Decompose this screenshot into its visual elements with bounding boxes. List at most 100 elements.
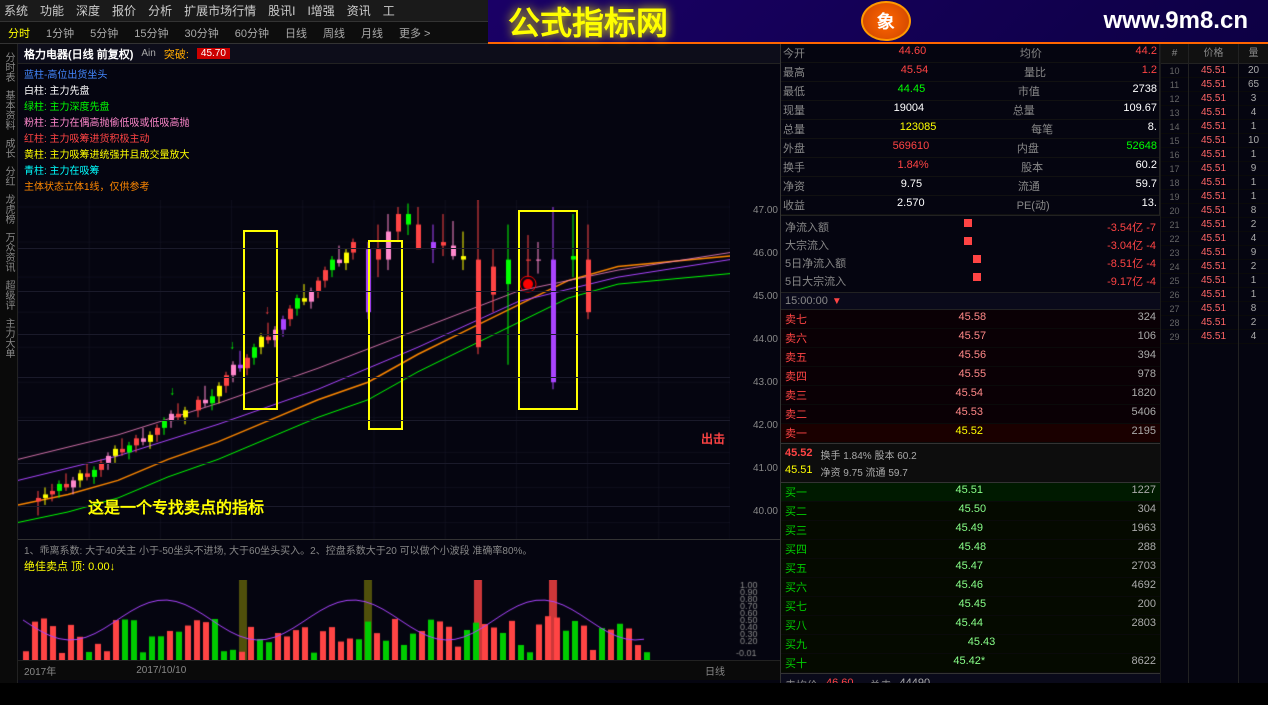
menu-news1[interactable]: 股讯I [268, 2, 295, 19]
buy-7-price: 45.45 [959, 598, 987, 614]
ts-p-12: 45.51 [1189, 218, 1238, 232]
timeframe-60m[interactable]: 60分钟 [231, 24, 273, 42]
buy-5-price: 45.47 [955, 560, 983, 576]
buy-6-vol: 4692 [1132, 579, 1156, 595]
ts-p-1: 45.51 [1189, 64, 1238, 78]
timeframe-1m[interactable]: 1分钟 [42, 24, 78, 42]
menu-enhance[interactable]: I增强 [307, 2, 334, 19]
rn-28: 28 [1161, 316, 1188, 330]
timeframe-5m[interactable]: 5分钟 [86, 24, 122, 42]
ts-p-18: 45.51 [1189, 302, 1238, 316]
main-chart-canvas[interactable] [18, 200, 730, 540]
sell-row-3: 卖三 45.54 1820 [781, 386, 1160, 405]
ts-v-9: 1 [1239, 176, 1268, 190]
rn-25: 25 [1161, 274, 1188, 288]
nf-label2: 大宗流入 [785, 237, 829, 253]
chart-out-label: 出击 [701, 430, 725, 447]
buy-7-vol: 200 [1138, 598, 1156, 614]
sidebar-dividend[interactable]: 分红 [1, 166, 16, 186]
buy-row-4: 买四 45.48 288 [781, 540, 1160, 559]
timeframe-week[interactable]: 周线 [319, 24, 349, 42]
sell-6-label: 卖六 [785, 330, 807, 346]
row-num-header: # [1161, 44, 1188, 64]
ts-v-12: 2 [1239, 218, 1268, 232]
legend-area: 蓝柱-高位出货坐头 白柱: 主力先盘 绿柱: 主力深度先盘 粉柱: 主力在偶高抛… [18, 64, 780, 200]
sidebar-super[interactable]: 超级评 [1, 280, 16, 310]
stat-vol-val: 1.2 [1142, 64, 1157, 80]
buy-2-price: 45.50 [959, 503, 987, 519]
menu-function[interactable]: 功能 [40, 2, 64, 19]
rn-10: 10 [1161, 64, 1188, 78]
stat-outer-val: 569610 [893, 140, 930, 156]
sidebar-dragon[interactable]: 龙虎榜 [1, 194, 16, 224]
buy-3-vol: 1963 [1132, 522, 1156, 538]
info-line1: 1、乖离系数: 大于40关主 小于-50坐头不进场, 大于60坐头买入。2、控盘… [24, 544, 774, 559]
sidebar-wanzhong[interactable]: 万众资讯 [1, 232, 16, 272]
ts-v-19: 2 [1239, 316, 1268, 330]
buy-orders: 买一 45.51 1227 买二 45.50 304 买三 45.49 1963 [781, 483, 1160, 673]
top-menu: 系统 功能 深度 报价 分析 扩展市场行情 股讯I I增强 资讯 工 公式指标网… [0, 0, 1268, 22]
buy-9-label: 买九 [785, 636, 807, 652]
ts-p-7: 45.51 [1189, 148, 1238, 162]
stat-turn-val: 1.84% [897, 159, 928, 175]
sidebar-growth[interactable]: 成长 [1, 138, 16, 158]
legend-blue-bar: 蓝柱-高位出货坐头 [24, 70, 107, 81]
sell-7-label: 卖七 [785, 311, 807, 327]
menu-market[interactable]: 扩展市场行情 [184, 2, 256, 19]
rn-20: 20 [1161, 204, 1188, 218]
stat-netval: 净资 9.75 流通 59.7 [781, 177, 1159, 196]
rn-11: 11 [1161, 78, 1188, 92]
nf-bar3 [973, 255, 981, 263]
sell-row-4: 卖四 45.55 978 [781, 367, 1160, 386]
menu-more[interactable]: 工 [383, 2, 395, 19]
stat-cur-label: 现量 [783, 102, 805, 118]
stat-low: 最低 44.45 市值 2738 [781, 82, 1159, 101]
ts-p-5: 45.51 [1189, 120, 1238, 134]
stat-eps-val: 2.570 [897, 197, 925, 213]
menu-info[interactable]: 资讯 [347, 2, 371, 19]
ts-p-4: 45.51 [1189, 106, 1238, 120]
stat-cur-val: 19004 [894, 102, 925, 118]
mid-row-bid: 45.51 净资 9.75 流通 59.7 [785, 463, 1156, 480]
sidebar-fen[interactable]: 分时表 [1, 52, 16, 82]
sell-3-label: 卖三 [785, 387, 807, 403]
menu-system[interactable]: 系统 [4, 2, 28, 19]
stat-shares-val: 60.2 [1136, 159, 1157, 175]
timeframe-month[interactable]: 月线 [357, 24, 387, 42]
legend-red-bar: 红柱: 主力吸筹进货积极主动 [24, 134, 150, 145]
buy-4-price: 45.48 [959, 541, 987, 557]
menu-analysis[interactable]: 分析 [148, 2, 172, 19]
timeframe-more[interactable]: 更多 > [395, 24, 434, 42]
timeframe-fen[interactable]: 分时 [4, 24, 34, 42]
ts-p-2: 45.51 [1189, 78, 1238, 92]
stock-info-bar: 格力电器(日线 前复权) Ain 突破: 45.70 [18, 44, 780, 64]
menu-quote[interactable]: 报价 [112, 2, 136, 19]
nf-label1: 净流入额 [785, 219, 829, 235]
sell-2-vol: 5406 [1132, 406, 1156, 422]
rn-29: 29 [1161, 330, 1188, 344]
chart-area: 格力电器(日线 前复权) Ain 突破: 45.70 蓝柱-高位出货坐头 白柱:… [18, 44, 780, 683]
rn-21: 21 [1161, 218, 1188, 232]
sidebar-basic[interactable]: 基本资料 [1, 90, 16, 130]
candlestick-chart[interactable]: 47.00 46.00 45.00 44.00 43.00 42.00 41.0… [18, 200, 780, 540]
sell-1-price: 45.52 [955, 425, 983, 441]
buy-row-7: 买七 45.45 200 [781, 597, 1160, 616]
stat-avg-label: 均价 [1020, 45, 1042, 61]
menu-depth[interactable]: 深度 [76, 2, 100, 19]
stat-avg-val: 44.2 [1136, 45, 1157, 61]
sell-4-price: 45.55 [959, 368, 987, 384]
avg-prices: 卖均价 46.60 总卖 44490 买均价 44.55 总买 314551 [781, 673, 1160, 683]
ts-v-5: 1 [1239, 120, 1268, 134]
sell-row-7: 卖七 45.58 324 [781, 310, 1160, 329]
sidebar-main[interactable]: 主力大单 [1, 318, 16, 358]
sell-avg-total: 44490 [900, 677, 931, 683]
timeframe-30m[interactable]: 30分钟 [181, 24, 223, 42]
ts-v-8: 9 [1239, 162, 1268, 176]
date-mid: 2017/10/10 [136, 665, 186, 676]
mid-bid-price: 45.51 [785, 464, 813, 479]
ts-p-6: 45.51 [1189, 134, 1238, 148]
timeframe-15m[interactable]: 15分钟 [130, 24, 172, 42]
breakthrough-tag-label: 突破: [164, 46, 189, 62]
timeframe-day[interactable]: 日线 [281, 24, 311, 42]
ts-p-14: 45.51 [1189, 246, 1238, 260]
